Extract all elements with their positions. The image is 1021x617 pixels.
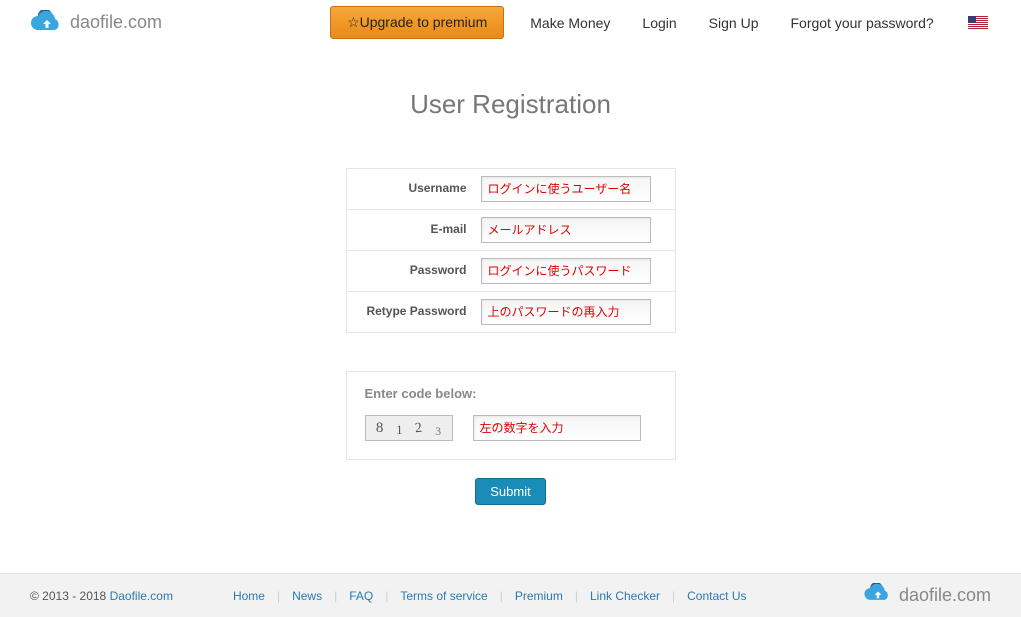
logo[interactable]: daofile.com bbox=[30, 10, 162, 36]
footer-copyright: © 2013 - 2018 Daofile.com bbox=[30, 589, 173, 603]
retype-password-input[interactable] bbox=[481, 299, 651, 325]
captcha-digit: 1 bbox=[396, 422, 403, 438]
logo-text: daofile.com bbox=[70, 12, 162, 33]
captcha-digit: 3 bbox=[435, 424, 441, 439]
footer-links: Home| News| FAQ| Terms of service| Premi… bbox=[233, 589, 747, 603]
captcha-title: Enter code below: bbox=[365, 386, 657, 401]
retype-password-label: Retype Password bbox=[347, 292, 477, 332]
row-password: Password bbox=[347, 251, 675, 292]
footer-home[interactable]: Home bbox=[233, 589, 265, 603]
username-label: Username bbox=[347, 169, 477, 209]
footer-link-checker[interactable]: Link Checker bbox=[590, 589, 660, 603]
row-retype-password: Retype Password bbox=[347, 292, 675, 332]
username-input[interactable] bbox=[481, 176, 651, 202]
captcha-digit: 8 bbox=[376, 420, 384, 437]
cloud-upload-icon bbox=[30, 10, 64, 36]
row-email: E-mail bbox=[347, 210, 675, 251]
footer-contact[interactable]: Contact Us bbox=[687, 589, 746, 603]
footer-tos[interactable]: Terms of service bbox=[400, 589, 487, 603]
registration-form: Username E-mail Password Retype Password bbox=[346, 168, 676, 333]
nav-signup[interactable]: Sign Up bbox=[693, 7, 775, 39]
footer-logo-text: daofile.com bbox=[899, 585, 991, 606]
email-input[interactable] bbox=[481, 217, 651, 243]
submit-button[interactable]: Submit bbox=[475, 478, 545, 505]
footer-premium[interactable]: Premium bbox=[515, 589, 563, 603]
row-username: Username bbox=[347, 169, 675, 210]
footer: © 2013 - 2018 Daofile.com Home| News| FA… bbox=[0, 573, 1021, 617]
captcha-box: Enter code below: 8 1 2 3 bbox=[346, 371, 676, 460]
captcha-digit: 2 bbox=[415, 421, 424, 438]
header: daofile.com ☆Upgrade to premium Make Mon… bbox=[0, 0, 1021, 49]
email-label: E-mail bbox=[347, 210, 477, 250]
footer-logo[interactable]: daofile.com bbox=[863, 583, 991, 608]
password-input[interactable] bbox=[481, 258, 651, 284]
nav-forgot-password[interactable]: Forgot your password? bbox=[774, 7, 949, 39]
nav-login[interactable]: Login bbox=[626, 7, 692, 39]
cloud-upload-icon bbox=[863, 583, 893, 608]
footer-news[interactable]: News bbox=[292, 589, 322, 603]
password-label: Password bbox=[347, 251, 477, 291]
footer-faq[interactable]: FAQ bbox=[349, 589, 373, 603]
star-icon: ☆ bbox=[347, 14, 360, 30]
upgrade-premium-button[interactable]: ☆Upgrade to premium bbox=[330, 6, 504, 39]
nav-make-money[interactable]: Make Money bbox=[514, 7, 626, 39]
footer-site-link[interactable]: Daofile.com bbox=[110, 589, 173, 603]
page-title: User Registration bbox=[0, 89, 1021, 120]
upgrade-label: Upgrade to premium bbox=[360, 14, 488, 30]
captcha-image: 8 1 2 3 bbox=[365, 415, 453, 441]
content: User Registration Username E-mail Passwo… bbox=[0, 49, 1021, 505]
language-flag-us-icon[interactable] bbox=[968, 16, 988, 29]
captcha-input[interactable] bbox=[473, 415, 641, 441]
